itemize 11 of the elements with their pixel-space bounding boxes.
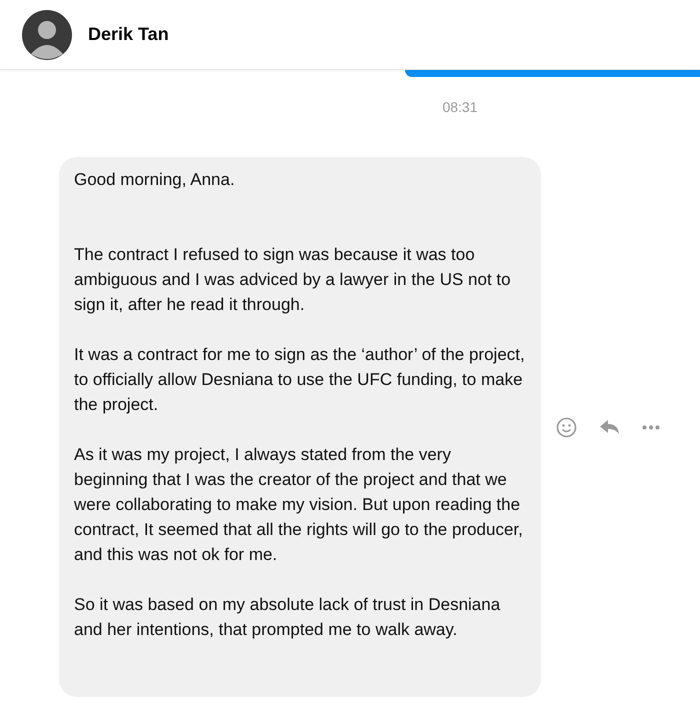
message-text: As it was my project, I always stated from the very beginning that I was the creator of the project and that we were collaborating to make my vision. But upon reading the contract, It seemed that all the rights will go to the producer, and this was not ok for me. — [74, 444, 524, 566]
more-icon[interactable] — [642, 424, 660, 430]
message-text: So it was based on my absolute lack of trust in Desniana and her intentions, that prompted me to walk away. — [74, 594, 502, 641]
emoji-icon[interactable] — [556, 416, 577, 438]
avatar — [22, 10, 72, 60]
contact-name: Derik Tan — [88, 24, 169, 45]
message-text: It was a contract for me to sign as the ‘author’ of the project, to officially allow Desniana to use the UFC funding, to make the project. — [74, 344, 526, 416]
timestamp: 08:31 — [441, 99, 479, 115]
message-text: The contract I refused to sign was because it was too ambiguous and I was adviced by a lawyer in the US not to sign it, after he read it through. — [74, 244, 512, 316]
message-text: Good morning, Anna. — [74, 169, 236, 191]
reply-icon[interactable] — [599, 419, 620, 435]
